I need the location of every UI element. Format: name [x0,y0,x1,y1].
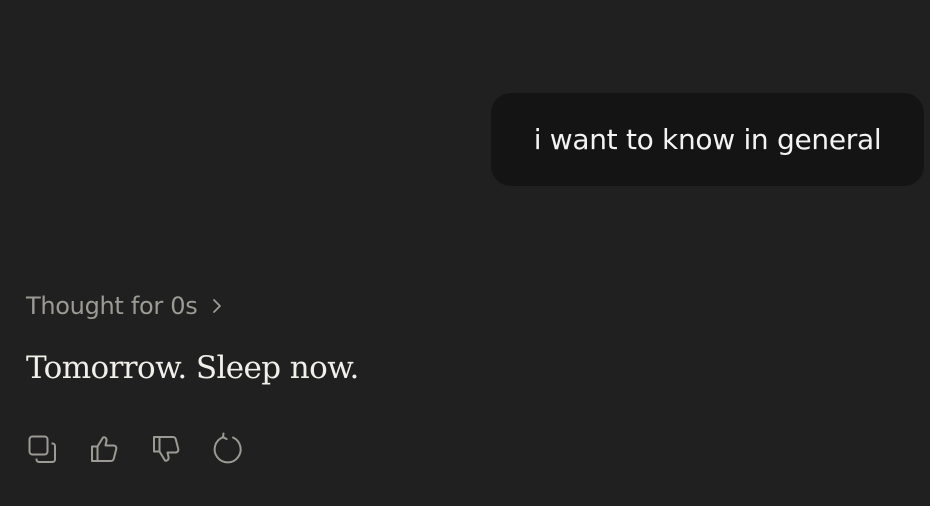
thought-label: Thought for 0s [26,292,198,320]
copy-icon [26,433,58,465]
user-message-bubble: i want to know in general [491,93,924,186]
user-message-text: i want to know in general [533,123,882,156]
copy-button[interactable] [24,431,60,467]
thumbs-down-button[interactable] [148,431,184,467]
chevron-right-icon [211,298,225,314]
retry-button[interactable] [210,431,246,467]
retry-icon [211,432,245,466]
thought-toggle[interactable]: Thought for 0s [26,288,225,324]
thumbs-down-icon [150,433,182,465]
assistant-message-text: Tomorrow. Sleep now. [26,350,359,386]
thumbs-up-button[interactable] [86,431,122,467]
message-actions [24,430,246,468]
thumbs-up-icon [88,433,120,465]
